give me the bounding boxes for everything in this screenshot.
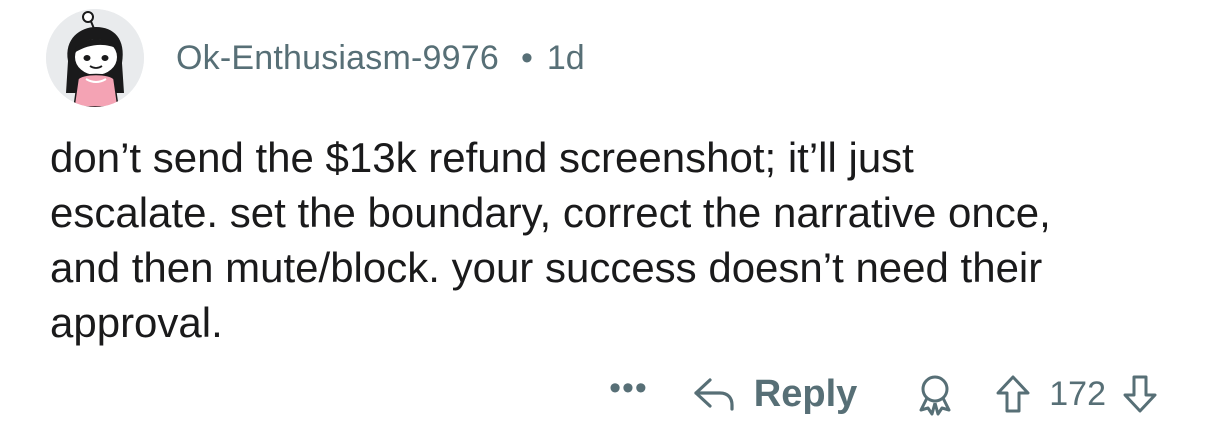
author-username[interactable]: Ok-Enthusiasm-9976 (176, 39, 499, 78)
comment-age: 1d (546, 38, 585, 77)
comment-header: Ok-Enthusiasm-9976 • 1d (46, 8, 585, 108)
award-button[interactable] (913, 372, 957, 416)
reply-label: Reply (753, 372, 858, 415)
award-icon (919, 375, 951, 416)
avatar-illustration (46, 9, 144, 107)
comment: Ok-Enthusiasm-9976 • 1d don’t send the $… (0, 0, 1206, 436)
meta-separator: • (520, 38, 533, 77)
user-avatar[interactable] (46, 9, 144, 107)
upvote-icon[interactable] (995, 374, 1031, 414)
reply-button[interactable]: Reply (692, 373, 857, 416)
reply-arrow-icon (694, 378, 734, 411)
downvote-icon[interactable] (1122, 374, 1158, 414)
vote-count: 172 (1049, 374, 1106, 413)
more-options-button[interactable]: ••• (609, 371, 648, 405)
comment-actions: ••• Reply 172 (609, 362, 1158, 426)
vote-controls: 172 (995, 374, 1158, 414)
comment-body: don’t send the $13k refund screenshot; i… (50, 134, 1051, 346)
